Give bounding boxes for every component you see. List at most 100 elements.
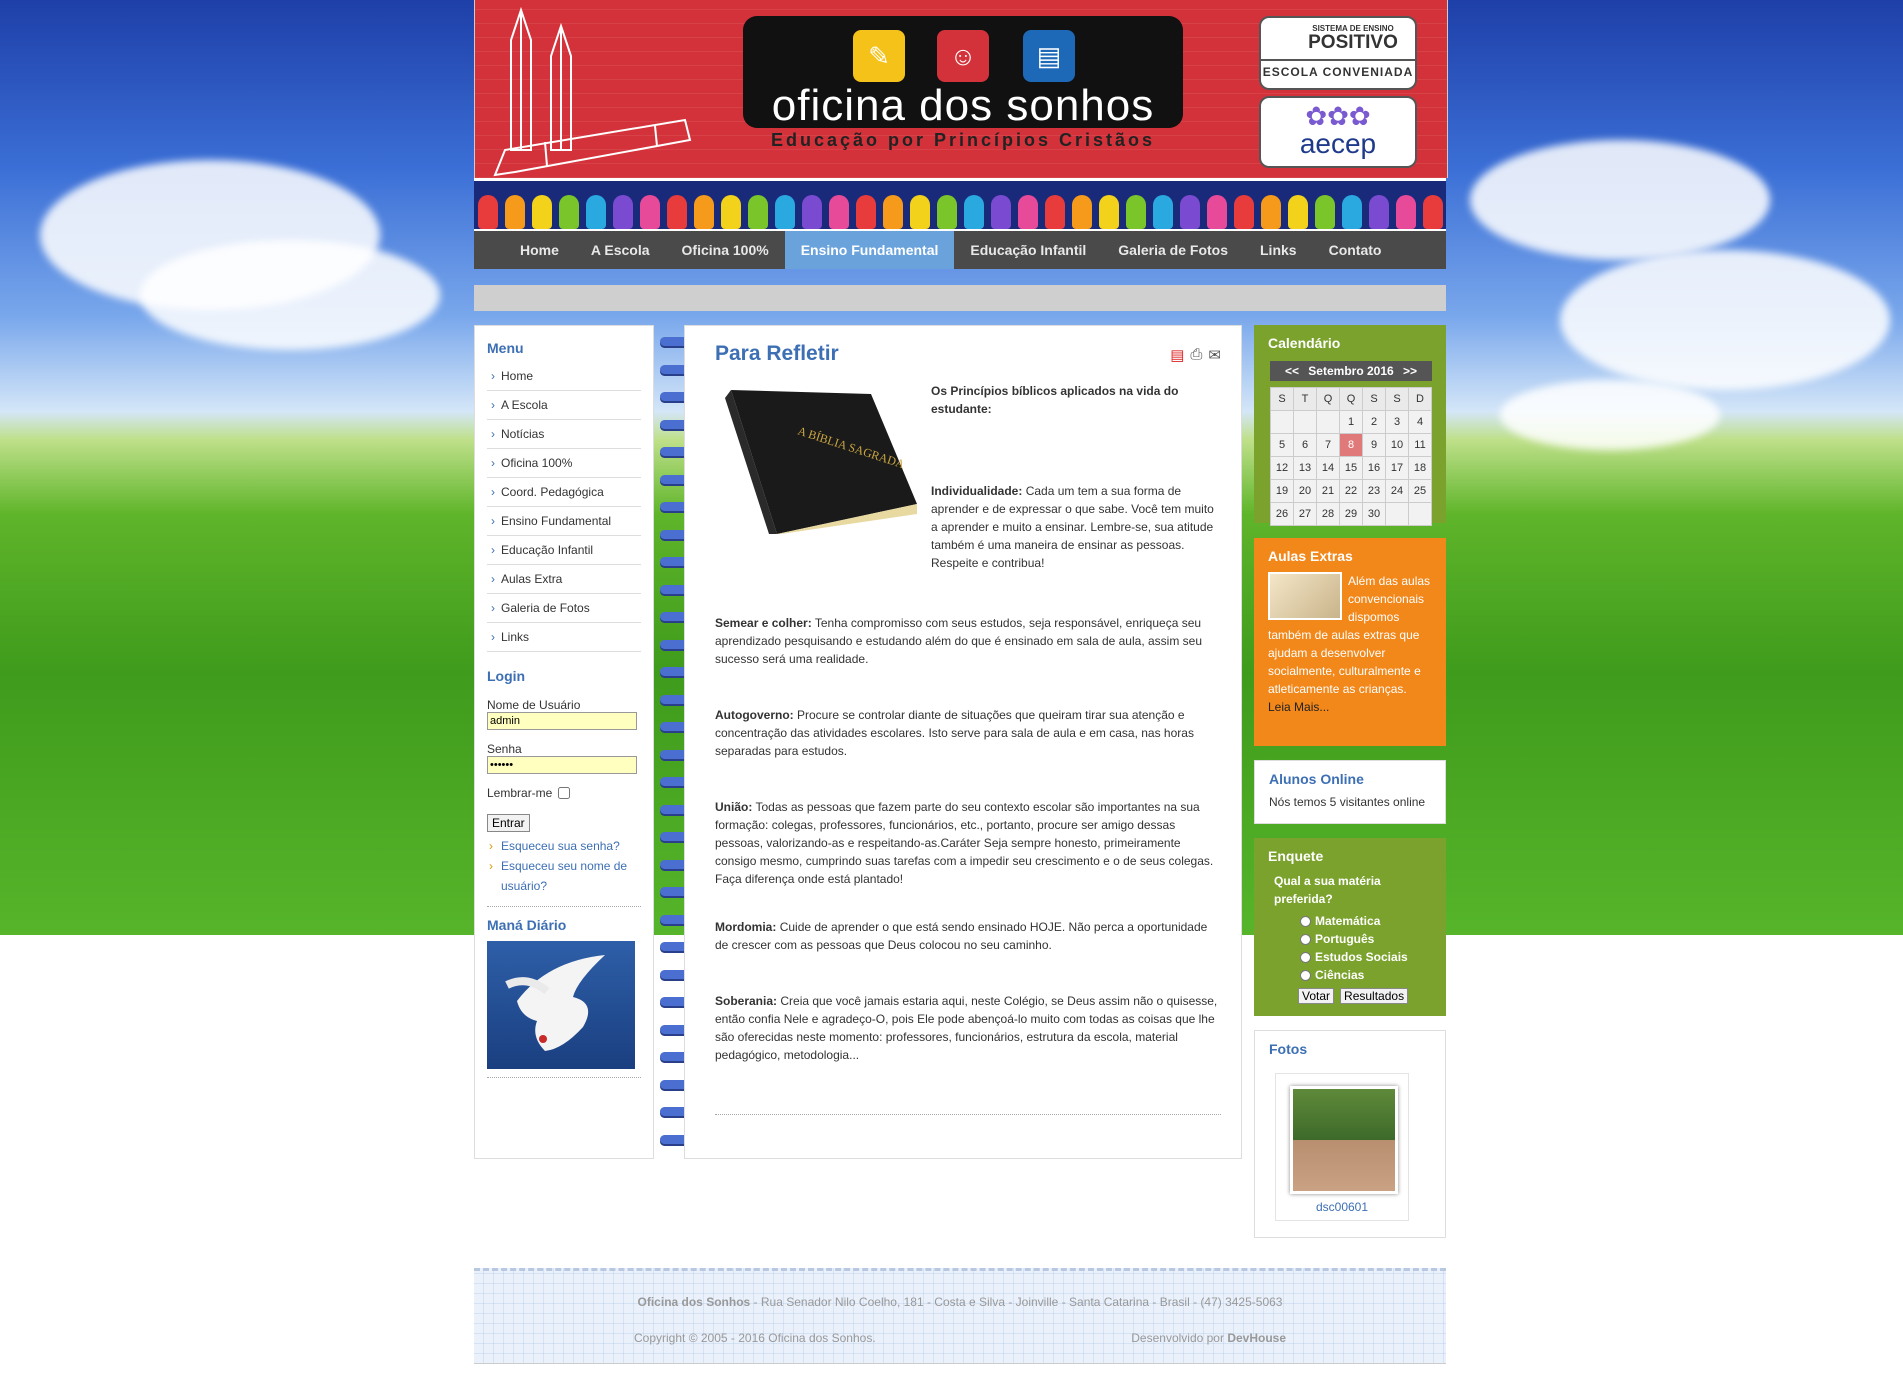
footer-dev-link[interactable]: DevHouse — [1227, 1331, 1286, 1345]
calendar-day[interactable]: 19 — [1270, 479, 1294, 503]
poll-radio-1[interactable] — [1300, 933, 1311, 945]
nav-item-2[interactable]: Oficina 100% — [666, 231, 785, 269]
calendar-day[interactable]: 12 — [1270, 456, 1294, 480]
calendar-day[interactable]: 17 — [1385, 456, 1409, 480]
calendar-day[interactable]: 14 — [1316, 456, 1340, 480]
poll-option-label: Matemática — [1315, 914, 1381, 928]
nav-item-1[interactable]: A Escola — [575, 231, 666, 269]
calendar-next[interactable]: >> — [1403, 364, 1417, 378]
calendar-day[interactable]: 3 — [1385, 410, 1409, 434]
positivo-badge[interactable]: SISTEMA DE ENSINO POSITIVO ESCOLA CONVEN… — [1259, 16, 1417, 90]
child-figure-icon — [909, 195, 930, 229]
menu-item-2[interactable]: Notícias — [487, 420, 641, 449]
child-figure-icon — [882, 195, 903, 229]
menu-item-8[interactable]: Galeria de Fotos — [487, 594, 641, 623]
menu-item-0[interactable]: Home — [487, 362, 641, 391]
calendar-day[interactable]: 24 — [1385, 479, 1409, 503]
photo-caption[interactable]: dsc00601 — [1276, 1200, 1408, 1214]
dove-image[interactable] — [487, 941, 635, 1069]
calendar-day — [1316, 410, 1340, 434]
calendar-day[interactable]: 13 — [1293, 456, 1317, 480]
poll-radio-3[interactable] — [1300, 969, 1311, 981]
calendar-day[interactable]: 20 — [1293, 479, 1317, 503]
calendar-day[interactable]: 18 — [1408, 456, 1432, 480]
badge-positivo-bottom: ESCOLA CONVENIADA — [1261, 59, 1415, 79]
menu-item-4[interactable]: Coord. Pedagógica — [487, 478, 641, 507]
menu-item-1[interactable]: A Escola — [487, 391, 641, 420]
calendar-day[interactable]: 10 — [1385, 433, 1409, 457]
child-figure-icon — [477, 195, 498, 229]
poll-option-0[interactable]: Matemática — [1300, 912, 1446, 930]
username-input[interactable] — [487, 712, 637, 730]
child-figure-icon — [855, 195, 876, 229]
child-figure-icon — [1017, 195, 1038, 229]
menu-item-3[interactable]: Oficina 100% — [487, 449, 641, 478]
child-figure-icon — [1314, 195, 1335, 229]
login-button[interactable]: Entrar — [487, 814, 530, 832]
calendar-day[interactable]: 26 — [1270, 502, 1294, 526]
password-input[interactable] — [487, 756, 637, 774]
photos-module: Fotos dsc00601 — [1254, 1030, 1446, 1238]
calendar-day[interactable]: 16 — [1362, 456, 1386, 480]
remember-checkbox[interactable] — [558, 787, 571, 799]
calendar-day — [1408, 502, 1432, 526]
calendar-day[interactable]: 29 — [1339, 502, 1363, 526]
forgot-username-link[interactable]: › Esqueceu seu nome de usuário? — [487, 856, 641, 896]
section-soberania: Soberania: Creia que você jamais estaria… — [715, 994, 1218, 1062]
remember-label: Lembrar-me — [487, 786, 553, 800]
extras-thumbnail[interactable] — [1268, 572, 1342, 620]
calendar-day[interactable]: 11 — [1408, 433, 1432, 457]
menu-item-5[interactable]: Ensino Fundamental — [487, 507, 641, 536]
calendar-day[interactable]: 22 — [1339, 479, 1363, 503]
calendar-day[interactable]: 21 — [1316, 479, 1340, 503]
poll-radio-0[interactable] — [1300, 915, 1311, 927]
photo-thumbnail[interactable] — [1290, 1086, 1398, 1194]
nav-item-6[interactable]: Links — [1244, 231, 1313, 269]
email-icon[interactable]: ✉ — [1208, 346, 1221, 364]
calendar-day[interactable]: 1 — [1339, 410, 1363, 434]
child-figure-icon — [1179, 195, 1200, 229]
results-button[interactable]: Resultados — [1340, 988, 1409, 1004]
calendar-day[interactable]: 27 — [1293, 502, 1317, 526]
nav-item-0[interactable]: Home — [504, 231, 575, 269]
calendar-day[interactable]: 9 — [1362, 433, 1386, 457]
footer-developer: Desenvolvido por DevHouse — [1131, 1331, 1286, 1345]
nav-item-7[interactable]: Contato — [1313, 231, 1398, 269]
poll-option-3[interactable]: Ciências — [1300, 966, 1446, 984]
article-title: Para Refletir — [715, 342, 839, 365]
calendar-day[interactable]: 6 — [1293, 433, 1317, 457]
nav-item-3[interactable]: Ensino Fundamental — [784, 231, 955, 269]
calendar-day[interactable]: 5 — [1270, 433, 1294, 457]
footer-address-line: Oficina dos Sonhos - Rua Senador Nilo Co… — [474, 1295, 1446, 1309]
aecep-badge[interactable]: ✿✿✿ aecep — [1259, 96, 1417, 168]
section-uniao: União: Todas as pessoas que fazem parte … — [715, 800, 1214, 886]
vote-button[interactable]: Votar — [1298, 988, 1335, 1004]
calendar-day[interactable]: 4 — [1408, 410, 1432, 434]
calendar-day[interactable]: 8 — [1339, 433, 1363, 457]
calendar-day[interactable]: 7 — [1316, 433, 1340, 457]
poll-option-1[interactable]: Português — [1300, 930, 1446, 948]
print-icon[interactable]: ⎙ — [1190, 346, 1202, 364]
photo-card[interactable]: dsc00601 — [1275, 1073, 1409, 1221]
nav-item-4[interactable]: Educação Infantil — [954, 231, 1102, 269]
calendar-month: Setembro 2016 — [1308, 364, 1394, 378]
calendar-day[interactable]: 30 — [1362, 502, 1386, 526]
forgot-password-link[interactable]: › Esqueceu sua senha? — [487, 836, 641, 856]
calendar-day[interactable]: 15 — [1339, 456, 1363, 480]
extras-read-more[interactable]: Leia Mais... — [1268, 698, 1436, 716]
poll-option-2[interactable]: Estudos Sociais — [1300, 948, 1446, 966]
nav-item-5[interactable]: Galeria de Fotos — [1102, 231, 1244, 269]
mana-title: Maná Diário — [487, 917, 567, 933]
calendar-day[interactable]: 25 — [1408, 479, 1432, 503]
pdf-icon[interactable]: ▤ — [1170, 346, 1184, 364]
school-logo[interactable]: ✎ ☺ ▤ oficina dos sonhos — [743, 16, 1183, 128]
menu-item-6[interactable]: Educação Infantil — [487, 536, 641, 565]
poll-radio-2[interactable] — [1300, 951, 1311, 963]
menu-item-7[interactable]: Aulas Extra — [487, 565, 641, 594]
calendar-day[interactable]: 2 — [1362, 410, 1386, 434]
calendar-day[interactable]: 28 — [1316, 502, 1340, 526]
calendar-prev[interactable]: << — [1285, 364, 1299, 378]
calendar-day[interactable]: 23 — [1362, 479, 1386, 503]
menu-item-9[interactable]: Links — [487, 623, 641, 652]
books-icon: ▤ — [1023, 30, 1075, 82]
